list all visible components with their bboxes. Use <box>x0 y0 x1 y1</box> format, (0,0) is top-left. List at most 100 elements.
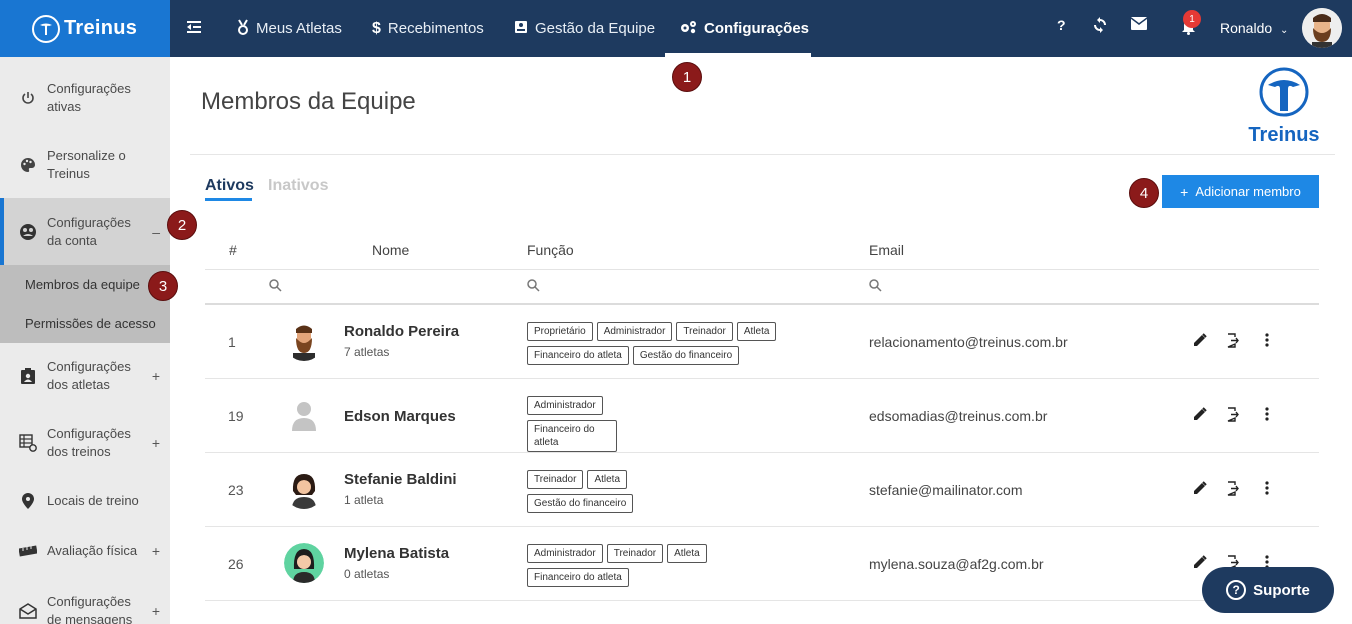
sidebar-item-avaliacao-fisica[interactable]: Avaliação física + <box>0 541 170 561</box>
tab-inativos[interactable]: Inativos <box>268 177 328 195</box>
expand-toggle-icon[interactable]: + <box>152 542 160 560</box>
role-tag: Administrador <box>596 322 673 341</box>
table-row[interactable]: 26 Mylena Batista 0 atletas Administrado… <box>205 527 1319 601</box>
dollar-icon: $ <box>372 19 381 37</box>
role-tag: Atleta <box>667 544 707 563</box>
role-tag: Proprietário <box>527 322 593 341</box>
deactivate-icon[interactable] <box>1225 480 1241 496</box>
member-name[interactable]: Ronaldo Pereira <box>344 323 459 340</box>
more-vert-icon[interactable] <box>1259 332 1275 348</box>
envelope-icon[interactable] <box>1130 17 1148 33</box>
edit-icon[interactable] <box>1192 554 1208 570</box>
nav-label: Recebimentos <box>387 20 484 37</box>
location-pin-icon <box>18 493 38 509</box>
medal-icon <box>237 19 249 38</box>
sidebar-item-configuracoes-mensagens[interactable]: Configurações de mensagens + <box>0 592 170 624</box>
collapse-toggle-icon[interactable]: – <box>152 223 160 241</box>
role-tags: Administrador Treinador Atleta Financeir… <box>527 544 727 587</box>
more-vert-icon[interactable] <box>1259 480 1275 496</box>
table-row[interactable]: 19 Edson Marques Administrador Financeir… <box>205 379 1319 453</box>
nav-recebimentos[interactable]: $ Recebimentos <box>372 0 484 57</box>
top-navbar: Treinus Meus Atletas $ Recebimentos Gest… <box>0 0 1352 57</box>
sidebar-subitem-label: Permissões de acesso <box>25 315 156 331</box>
member-athlete-count: 0 atletas <box>344 567 390 581</box>
callout-badge: 4 <box>1129 178 1159 208</box>
deactivate-icon[interactable] <box>1225 332 1241 348</box>
active-tab-indicator <box>205 198 252 201</box>
sidebar-item-configuracoes-ativas[interactable]: Configurações ativas <box>0 79 170 117</box>
sidebar-item-label: Configurações <box>47 359 131 374</box>
member-name[interactable]: Mylena Batista <box>344 545 449 562</box>
row-id: 19 <box>228 408 244 424</box>
search-icon[interactable] <box>869 279 882 292</box>
envelope-open-icon <box>18 603 38 619</box>
column-header-id[interactable]: # <box>229 242 237 258</box>
support-button[interactable]: ? Suporte <box>1202 567 1334 613</box>
sidebar-item-label: de mensagens <box>47 612 133 624</box>
nav-label: Meus Atletas <box>256 20 342 37</box>
brand-logo: Treinus <box>1244 67 1324 146</box>
sidebar-item-label: Configurações <box>47 594 131 609</box>
sidebar-subitem-membros[interactable]: Membros da equipe <box>0 265 170 303</box>
sidebar-item-label: da conta <box>47 232 97 248</box>
deactivate-icon[interactable] <box>1225 406 1241 422</box>
plus-icon: + <box>1180 183 1189 200</box>
treinus-logo-icon <box>32 14 60 43</box>
role-tag: Atleta <box>587 470 628 489</box>
role-tag: Financeiro do atleta <box>527 420 617 452</box>
sidebar-item-configuracoes-atletas[interactable]: Configurações dos atletas + <box>0 357 170 395</box>
sidebar-item-configuracoes-treinos[interactable]: Configurações dos treinos + <box>0 424 170 462</box>
sidebar-item-label: Avaliação física <box>47 543 138 558</box>
sidebar-item-personalize[interactable]: Personalize o Treinus <box>0 146 170 184</box>
nav-meus-atletas[interactable]: Meus Atletas <box>237 0 342 57</box>
notification-badge: 1 <box>1183 10 1201 28</box>
sidebar-item-label: ativas <box>47 99 81 114</box>
help-circle-icon: ? <box>1226 580 1247 600</box>
help-icon[interactable]: ? <box>1057 17 1066 33</box>
role-tag: Gestão do financeiro <box>632 346 740 365</box>
edit-icon[interactable] <box>1192 332 1208 348</box>
table-row[interactable]: 1 Ronaldo Pereira 7 atletas Proprietário… <box>205 305 1319 379</box>
nav-label: Configurações <box>704 20 810 37</box>
search-icon[interactable] <box>527 279 540 292</box>
column-header-funcao[interactable]: Função <box>527 242 574 258</box>
sidebar-item-configuracoes-conta[interactable]: Configurações da conta – <box>0 198 170 265</box>
header-divider <box>190 154 1335 155</box>
avatar[interactable] <box>1302 8 1342 48</box>
sidebar-item-locais-treino[interactable]: Locais de treino <box>0 491 170 511</box>
column-header-email[interactable]: Email <box>869 242 904 258</box>
default-user-avatar <box>284 395 324 435</box>
expand-toggle-icon[interactable]: + <box>152 434 160 452</box>
table-row[interactable]: 23 Stefanie Baldini 1 atleta Treinador A… <box>205 453 1319 527</box>
tab-ativos[interactable]: Ativos <box>205 177 254 195</box>
sync-icon[interactable] <box>1093 17 1107 36</box>
user-menu[interactable]: Ronaldo ⌄ <box>1220 20 1288 36</box>
power-icon <box>18 91 38 105</box>
app-logo[interactable]: Treinus <box>0 0 170 57</box>
callout-badge: 1 <box>672 62 702 92</box>
sidebar-item-label: Configurações <box>47 81 131 96</box>
sidebar-item-label: dos treinos <box>47 444 111 459</box>
gears-icon <box>680 20 697 37</box>
add-member-label: Adicionar membro <box>1195 184 1301 199</box>
row-id: 23 <box>228 482 244 498</box>
member-name[interactable]: Edson Marques <box>344 408 456 425</box>
brand-logo-text: Treinus <box>1248 124 1320 146</box>
nav-configuracoes[interactable]: Configurações <box>680 0 809 57</box>
user-name: Ronaldo <box>1220 20 1273 36</box>
member-name[interactable]: Stefanie Baldini <box>344 471 457 488</box>
edit-icon[interactable] <box>1192 480 1208 496</box>
nav-gestao-equipe[interactable]: Gestão da Equipe <box>514 0 655 57</box>
collapse-menu-icon[interactable] <box>186 19 202 35</box>
search-icon[interactable] <box>269 279 282 292</box>
edit-icon[interactable] <box>1192 406 1208 422</box>
expand-toggle-icon[interactable]: + <box>152 602 160 620</box>
expand-toggle-icon[interactable]: + <box>152 367 160 385</box>
column-header-nome[interactable]: Nome <box>372 242 409 258</box>
role-tags: Administrador Financeiro do atleta <box>527 396 617 452</box>
page-title: Membros da Equipe <box>201 88 416 115</box>
add-member-button[interactable]: + Adicionar membro <box>1162 175 1319 208</box>
sidebar-subitem-permissoes[interactable]: Permissões de acesso <box>0 303 170 343</box>
more-vert-icon[interactable] <box>1259 406 1275 422</box>
woman-green-avatar <box>284 543 324 583</box>
